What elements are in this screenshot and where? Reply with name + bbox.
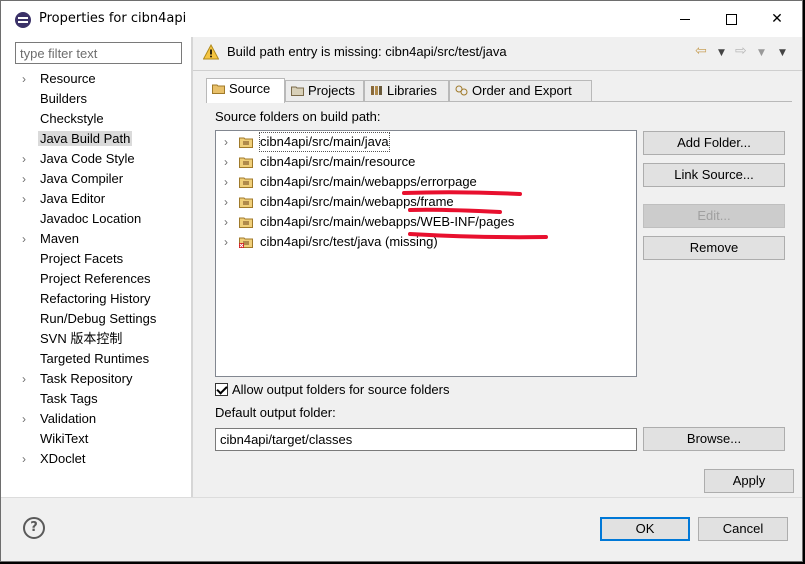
tab-order-and-export[interactable]: Order and Export: [449, 80, 592, 102]
back-arrow-icon[interactable]: ⇦: [695, 43, 707, 59]
tab-projects[interactable]: Projects: [285, 80, 364, 102]
tab-libraries[interactable]: Libraries: [364, 80, 449, 102]
chevron-right-icon[interactable]: ›: [22, 169, 26, 189]
left-nav-panel: ›Resource Builders Checkstyle Java Build…: [1, 37, 191, 497]
nav-item-validation[interactable]: › Validation: [1, 409, 191, 429]
help-icon[interactable]: ?: [23, 517, 45, 539]
source-folder-icon: [239, 217, 253, 228]
nav-item-refactoring-history[interactable]: Refactoring History: [1, 289, 191, 309]
nav-item-checkstyle[interactable]: Checkstyle: [1, 109, 191, 129]
maximize-button[interactable]: [708, 1, 754, 37]
nav-item-builders[interactable]: Builders: [1, 89, 191, 109]
chevron-right-icon[interactable]: ›: [224, 232, 228, 252]
allow-output-label[interactable]: Allow output folders for source folders: [232, 382, 450, 397]
tree-row[interactable]: › cibn4api/src/main/resource: [216, 152, 636, 172]
tree-row[interactable]: › cibn4api/src/main/webapps/errorpage: [216, 172, 636, 192]
ok-button[interactable]: OK: [600, 517, 690, 541]
libraries-icon: [371, 86, 382, 95]
minimize-button[interactable]: [662, 1, 708, 37]
tree-row[interactable]: › cibn4api/src/main/webapps/WEB-INF/page…: [216, 212, 636, 232]
source-folder-icon: [212, 84, 225, 94]
view-menu-icon[interactable]: ▼: [779, 48, 786, 58]
nav-item-resource[interactable]: › Resource: [1, 69, 191, 89]
nav-item-run-debug-settings[interactable]: Run/Debug Settings: [1, 309, 191, 329]
forward-dropdown-icon[interactable]: ▼: [758, 48, 765, 58]
nav-item-java-build-path[interactable]: Java Build Path: [1, 129, 191, 149]
source-folder-icon: [239, 157, 253, 168]
nav-item-task-tags[interactable]: Task Tags: [1, 389, 191, 409]
missing-source-folder-icon: [239, 237, 253, 248]
chevron-right-icon[interactable]: ›: [224, 172, 228, 192]
chevron-right-icon[interactable]: ›: [224, 132, 228, 152]
properties-dialog: Properties for cibn4api ✕ ›Resource Buil…: [0, 0, 803, 562]
chevron-right-icon[interactable]: ›: [22, 449, 26, 469]
nav-item-java-compiler[interactable]: › Java Compiler: [1, 169, 191, 189]
source-folder-icon: [239, 197, 253, 208]
nav-item-svn[interactable]: SVN 版本控制: [1, 329, 191, 349]
cancel-button[interactable]: Cancel: [698, 517, 788, 541]
chevron-right-icon[interactable]: ›: [224, 192, 228, 212]
browse-button[interactable]: Browse...: [643, 427, 785, 451]
allow-output-checkbox[interactable]: [215, 383, 228, 396]
nav-item-maven[interactable]: › Maven: [1, 229, 191, 249]
nav-item-project-references[interactable]: Project References: [1, 269, 191, 289]
property-page-list: › Resource Builders Checkstyle Java Build…: [1, 69, 191, 469]
default-output-label: Default output folder:: [215, 405, 336, 420]
source-folder-icon: [239, 177, 253, 188]
nav-item-java-editor[interactable]: › Java Editor: [1, 189, 191, 209]
forward-arrow-icon[interactable]: ⇨: [735, 43, 747, 59]
chevron-right-icon[interactable]: ›: [22, 189, 26, 209]
chevron-right-icon[interactable]: ›: [22, 69, 26, 89]
chevron-right-icon[interactable]: ›: [224, 152, 228, 172]
source-folders-tree[interactable]: › cibn4api/src/main/java › cibn4api/src/…: [215, 130, 637, 377]
chevron-right-icon[interactable]: ›: [22, 409, 26, 429]
tab-source[interactable]: Source: [206, 78, 285, 103]
nav-item-project-facets[interactable]: Project Facets: [1, 249, 191, 269]
title-bar: Properties for cibn4api ✕: [1, 1, 802, 37]
nav-item-xdoclet[interactable]: › XDoclet: [1, 449, 191, 469]
apply-button[interactable]: Apply: [704, 469, 794, 493]
java-build-path-page: Build path entry is missing: cibn4api/sr…: [193, 37, 802, 497]
link-source-button[interactable]: Link Source...: [643, 163, 785, 187]
nav-item-javadoc-location[interactable]: Javadoc Location: [1, 209, 191, 229]
warning-icon: [203, 44, 219, 60]
project-icon: [291, 86, 304, 96]
tree-row[interactable]: › cibn4api/src/main/java: [216, 132, 636, 152]
nav-item-task-repository[interactable]: › Task Repository: [1, 369, 191, 389]
eclipse-app-icon: [15, 12, 31, 28]
back-dropdown-icon[interactable]: ▼: [718, 48, 725, 58]
order-export-icon: [455, 85, 468, 96]
nav-item-java-code-style[interactable]: › Java Code Style: [1, 149, 191, 169]
default-output-field[interactable]: [215, 428, 637, 451]
chevron-right-icon[interactable]: ›: [224, 212, 228, 232]
footer-separator: [1, 497, 802, 498]
source-folder-icon: [239, 137, 253, 148]
remove-button[interactable]: Remove: [643, 236, 785, 260]
nav-item-targeted-runtimes[interactable]: Targeted Runtimes: [1, 349, 191, 369]
header-separator: [193, 70, 802, 71]
add-folder-button[interactable]: Add Folder...: [643, 131, 785, 155]
tree-row[interactable]: › cibn4api/src/main/webapps/frame: [216, 192, 636, 212]
chevron-right-icon[interactable]: ›: [22, 369, 26, 389]
nav-item-wikitext[interactable]: WikiText: [1, 429, 191, 449]
edit-button[interactable]: Edit...: [643, 204, 785, 228]
chevron-right-icon[interactable]: ›: [22, 149, 26, 169]
page-header: Build path entry is missing: cibn4api/sr…: [193, 37, 802, 71]
filter-input[interactable]: [15, 42, 182, 64]
source-folders-label: Source folders on build path:: [215, 109, 381, 124]
tree-row[interactable]: › cibn4api/src/test/java (missing): [216, 232, 636, 252]
window-title: Properties for cibn4api: [39, 11, 187, 26]
close-button[interactable]: ✕: [754, 1, 800, 37]
header-message: Build path entry is missing: cibn4api/sr…: [227, 44, 507, 59]
chevron-right-icon[interactable]: ›: [22, 229, 26, 249]
